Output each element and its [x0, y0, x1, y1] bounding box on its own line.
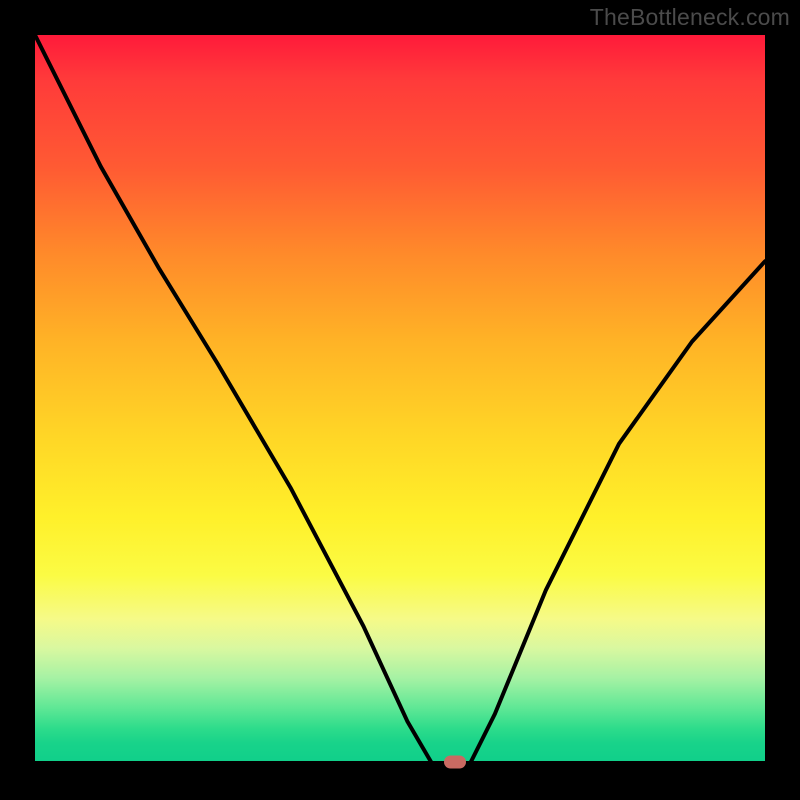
bottleneck-curve [35, 35, 765, 765]
chart-frame: TheBottleneck.com [0, 0, 800, 800]
watermark-text: TheBottleneck.com [590, 4, 790, 31]
bottleneck-marker [444, 756, 466, 769]
curve-path [35, 35, 765, 765]
x-axis-baseline [35, 761, 765, 765]
plot-area [35, 35, 765, 765]
